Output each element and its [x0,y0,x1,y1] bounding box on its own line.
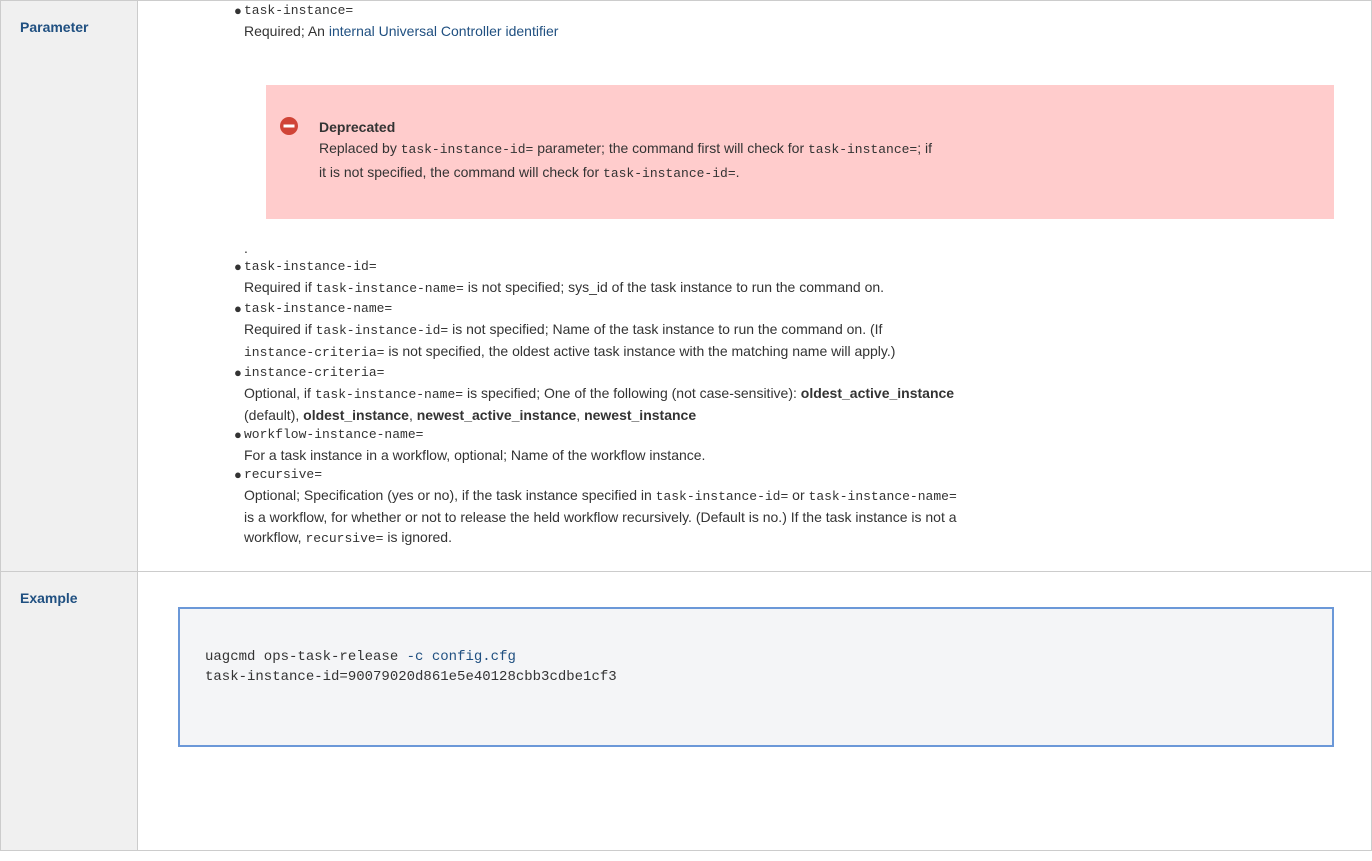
bullet-icon: ● [234,365,242,380]
code-cmd: uagcmd ops-task-release [205,649,407,665]
code-flag: -c [406,649,424,665]
panel-text-c: ; if [917,140,932,156]
parameter-table: Parameter ● task-instance= Required; An … [0,0,1372,851]
param-description: For a task instance in a workflow, optio… [244,447,706,463]
list-item: ● instance-criteria= Optional, if task-i… [138,363,1371,425]
panel-text-a: Replaced by [319,140,401,156]
bullet-icon: ● [234,3,242,18]
panel-code-a: task-instance-id= [400,142,534,157]
period-text: . [244,240,248,256]
code-block: uagcmd ops-task-release -c config.cfg ta… [178,607,1334,747]
param-description: Required; An internal Universal Controll… [244,21,1371,41]
panel-text-e: . [735,164,740,180]
identifier-link[interactable]: internal Universal Controller identifier [329,23,559,39]
bullet-icon: ● [234,259,242,274]
parameter-content: ● task-instance= Required; An internal U… [137,0,1372,572]
code-line2: task-instance-id=90079020d861e5e40128cbb… [205,669,617,685]
bullet-icon: ● [234,467,242,482]
desc-text: Required; An [244,23,329,39]
list-item: ● task-instance-name= Required if task-i… [138,299,1371,363]
panel-text-d: it is not specified, the command will ch… [319,164,604,180]
param-description: Required if task-instance-name= is not s… [244,279,885,296]
parameter-list-top: ● task-instance= Required; An internal U… [138,1,1371,41]
list-item: ● task-instance= Required; An internal U… [138,1,1371,41]
list-item: ● recursive= Optional; Specification (ye… [138,465,1371,549]
panel-text-b: parameter; the command first will check … [533,140,808,156]
code-text: uagcmd ops-task-release -c config.cfg ta… [205,647,617,687]
deprecated-panel: Deprecated Replaced by task-instance-id=… [266,85,1334,219]
param-name: task-instance-name= [244,301,393,316]
parameter-header: Parameter [0,0,138,572]
example-content: uagcmd ops-task-release -c config.cfg ta… [137,571,1372,851]
param-description: Optional; Specification (yes or no), if … [244,487,957,504]
param-description-cont: instance-criteria= is not specified, the… [244,343,896,360]
param-description-cont: is a workflow, for whether or not to rel… [244,509,957,525]
panel-content: Deprecated Replaced by task-instance-id=… [319,117,1314,185]
bullet-icon: ● [234,427,242,442]
example-row: Example uagcmd ops-task-release -c confi… [0,571,1372,851]
code-file: config.cfg [431,649,516,665]
list-item: ● task-instance-id= Required if task-ins… [138,257,1371,299]
panel-title: Deprecated [319,119,396,135]
param-name: task-instance= [244,3,354,18]
bullet-icon: ● [234,301,242,316]
parameter-list: ● task-instance-id= Required if task-ins… [138,257,1371,549]
param-description-cont: workflow, recursive= is ignored. [244,529,452,546]
panel-code-c: task-instance-id= [603,166,736,181]
panel-code-b: task-instance= [808,142,918,157]
parameter-row: Parameter ● task-instance= Required; An … [0,0,1372,572]
param-name: workflow-instance-name= [244,427,424,442]
error-icon [280,117,298,135]
param-description-cont: (default), oldest_instance, newest_activ… [244,407,697,423]
param-description: Optional, if task-instance-name= is spec… [244,385,955,402]
param-description: Required if task-instance-id= is not spe… [244,321,883,338]
panel-text: Replaced by task-instance-id= parameter;… [319,137,1314,185]
list-item: ● workflow-instance-name= For a task ins… [138,425,1371,465]
after-panel: . ● task-instance-id= Required if task-i… [138,219,1371,571]
param-name: recursive= [244,467,323,482]
param-name: instance-criteria= [244,365,385,380]
param-name: task-instance-id= [244,259,377,274]
example-header: Example [0,571,138,851]
